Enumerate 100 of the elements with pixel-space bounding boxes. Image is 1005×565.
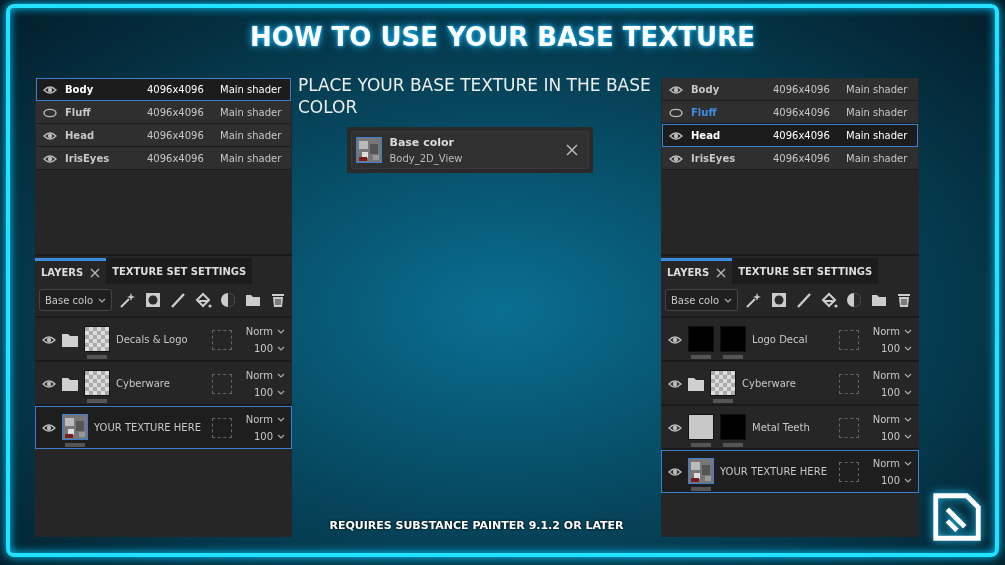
eye-icon[interactable] — [669, 83, 683, 96]
chevron-icon[interactable] — [277, 328, 285, 334]
texture-set-row[interactable]: Fluff 4096x4096 Main shader — [662, 101, 918, 124]
texture-set-row[interactable]: Head 4096x4096 Main shader — [36, 124, 291, 147]
thumbnail-bar — [723, 354, 743, 359]
chevron-icon[interactable] — [904, 328, 912, 334]
mask-icon[interactable] — [144, 291, 163, 309]
eye-icon[interactable] — [668, 465, 682, 478]
mask-slot[interactable] — [838, 461, 859, 482]
close-icon[interactable] — [565, 144, 578, 156]
blend-mode-dropdown[interactable]: Norm — [872, 325, 912, 337]
texture-set-name: Head — [691, 130, 722, 141]
paint-bucket-icon[interactable] — [820, 291, 839, 309]
mask-slot[interactable] — [211, 373, 232, 394]
fill-thumbnail[interactable] — [688, 413, 714, 440]
layer-row[interactable]: Cyberware Norm 100 — [661, 362, 919, 406]
chevron-icon[interactable] — [904, 416, 912, 422]
opacity-dropdown[interactable]: 100 — [880, 430, 912, 442]
layer-row[interactable]: Decals & Logo Norm 100 — [35, 318, 292, 362]
opacity-dropdown[interactable]: 100 — [880, 474, 912, 486]
texture-set-row[interactable]: Head 4096x4096 Main shader — [662, 124, 918, 147]
chevron-icon[interactable] — [904, 477, 912, 483]
mask-thumbnail[interactable] — [720, 413, 746, 440]
eye-icon[interactable] — [668, 333, 682, 346]
chevron-icon[interactable] — [904, 372, 912, 378]
texture-set-row[interactable]: IrisEyes 4096x4096 Main shader — [662, 147, 918, 170]
hidden-eye-icon[interactable] — [669, 106, 683, 119]
chevron-icon[interactable] — [724, 297, 733, 303]
chevron-icon[interactable] — [904, 460, 912, 466]
paint-bucket-icon[interactable] — [194, 291, 213, 309]
eye-icon[interactable] — [669, 152, 683, 165]
brush-icon[interactable] — [795, 291, 814, 309]
chevron-icon[interactable] — [277, 372, 285, 378]
mask-slot[interactable] — [838, 417, 859, 438]
sphere-icon[interactable] — [845, 291, 864, 309]
channel-dropdown[interactable]: Base colo — [665, 289, 739, 311]
sphere-icon[interactable] — [219, 291, 238, 309]
folder-icon[interactable] — [62, 332, 78, 347]
blend-mode-dropdown[interactable]: Norm — [872, 369, 912, 381]
layer-row[interactable]: YOUR TEXTURE HERE Norm 100 — [35, 406, 292, 449]
chevron-icon[interactable] — [277, 345, 285, 351]
resolution-label: 4096x4096 — [773, 153, 831, 164]
checker-thumbnail[interactable] — [710, 369, 736, 396]
panel-tab[interactable]: TEXTURE SET SETTINGS — [732, 258, 879, 284]
chevron-icon[interactable] — [277, 389, 285, 395]
opacity-dropdown[interactable]: 100 — [880, 342, 912, 354]
folder-icon[interactable] — [688, 376, 704, 391]
blend-mode-dropdown[interactable]: Norm — [245, 413, 285, 425]
checker-thumbnail[interactable] — [84, 325, 110, 352]
eye-icon[interactable] — [43, 152, 57, 165]
blend-mode-dropdown[interactable]: Norm — [245, 369, 285, 381]
chevron-icon[interactable] — [904, 389, 912, 395]
blend-mode-dropdown[interactable]: Norm — [245, 325, 285, 337]
mask-slot[interactable] — [211, 329, 232, 350]
thumbnail-bar — [713, 398, 733, 403]
texture-set-row[interactable]: IrisEyes 4096x4096 Main shader — [36, 147, 291, 170]
opacity-dropdown[interactable]: 100 — [880, 386, 912, 398]
texture-thumbnail[interactable] — [355, 137, 382, 163]
checker-thumbnail[interactable] — [84, 369, 110, 396]
base-color-slot[interactable]: Base color Body_2D_View — [350, 131, 589, 169]
eye-icon[interactable] — [669, 129, 683, 142]
eye-icon[interactable] — [668, 377, 682, 390]
close-icon[interactable] — [716, 267, 727, 278]
mask-icon[interactable] — [770, 291, 789, 309]
channel-dropdown[interactable]: Base colo — [39, 289, 113, 311]
hidden-eye-icon[interactable] — [43, 106, 57, 119]
eye-icon[interactable] — [668, 421, 682, 434]
texture-set-name: Body — [65, 84, 95, 95]
mask-slot[interactable] — [838, 373, 859, 394]
chevron-icon[interactable] — [904, 433, 912, 439]
texture-thumbnail[interactable] — [62, 413, 88, 440]
opacity-dropdown[interactable]: 100 — [253, 430, 285, 442]
opacity-dropdown[interactable]: 100 — [253, 386, 285, 398]
layer-row[interactable]: Logo Decal Norm 100 — [661, 318, 919, 362]
mask-slot[interactable] — [838, 329, 859, 350]
texture-set-row[interactable]: Fluff 4096x4096 Main shader — [36, 101, 291, 124]
mask-thumbnail[interactable] — [720, 325, 746, 352]
eye-icon[interactable] — [42, 333, 56, 346]
eye-icon[interactable] — [42, 377, 56, 390]
eye-icon[interactable] — [43, 129, 57, 142]
chevron-icon[interactable] — [277, 416, 285, 422]
texture-set-row[interactable]: Body 4096x4096 Main shader — [662, 78, 918, 101]
blend-mode-dropdown[interactable]: Norm — [872, 413, 912, 425]
eye-icon[interactable] — [43, 83, 57, 96]
layer-row[interactable]: YOUR TEXTURE HERE Norm 100 — [661, 450, 919, 493]
eye-icon[interactable] — [42, 421, 56, 434]
chevron-icon[interactable] — [98, 297, 107, 303]
chevron-icon[interactable] — [277, 433, 285, 439]
panel-tab[interactable]: TEXTURE SET SETTINGS — [106, 258, 253, 284]
chevron-icon[interactable] — [904, 345, 912, 351]
mask-thumbnail[interactable] — [688, 325, 714, 352]
thumbnail-bar — [691, 442, 711, 447]
brush-icon[interactable] — [169, 291, 188, 309]
texture-set-row[interactable]: Body 4096x4096 Main shader — [36, 78, 291, 101]
folder-icon[interactable] — [62, 376, 78, 391]
opacity-dropdown[interactable]: 100 — [253, 342, 285, 354]
mask-slot[interactable] — [211, 417, 232, 438]
texture-thumbnail[interactable] — [688, 457, 714, 484]
blend-mode-dropdown[interactable]: Norm — [872, 457, 912, 469]
close-icon[interactable] — [90, 267, 101, 278]
